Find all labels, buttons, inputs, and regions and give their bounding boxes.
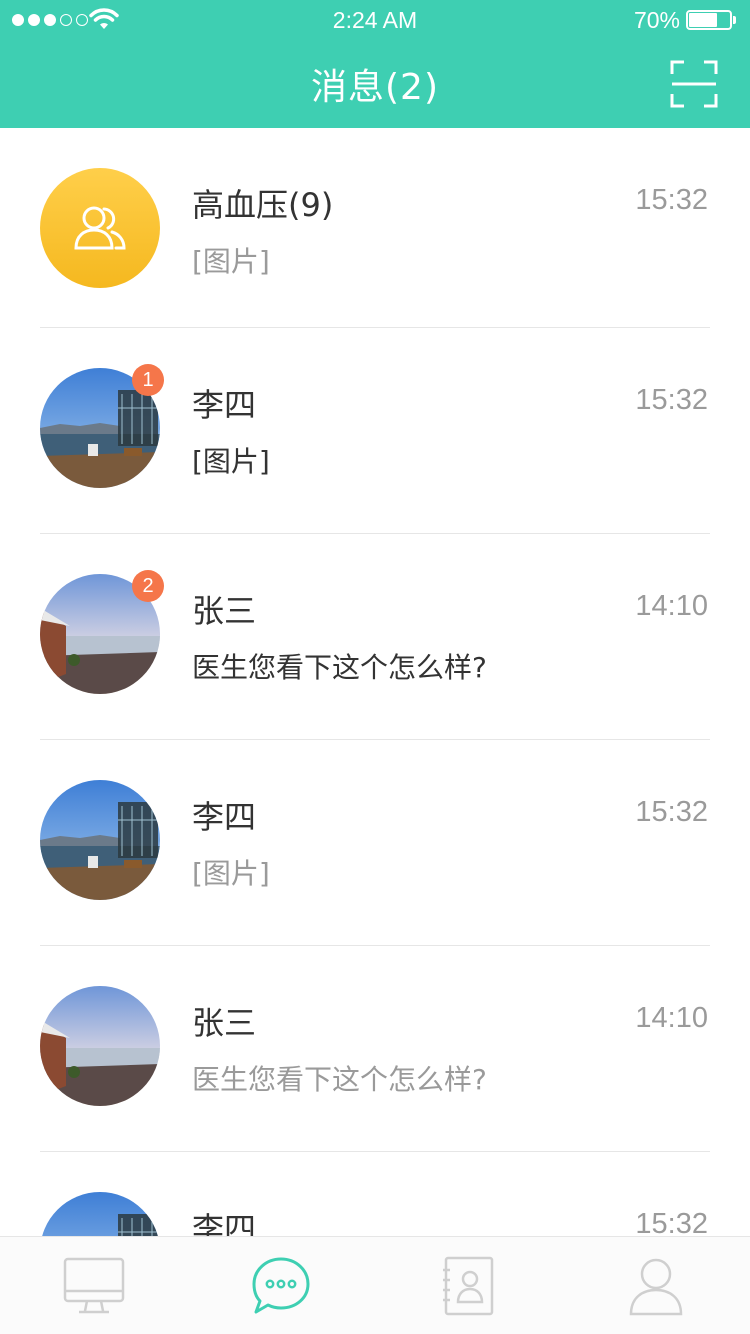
battery-icon <box>686 10 736 30</box>
contact-name: 张三 <box>192 1004 257 1042</box>
contact-name: 李四 <box>192 386 257 424</box>
message-list: 高血压(9) 15:32 [图片] 1 李四 15:32 [图片] 2 张三 1… <box>0 128 750 1236</box>
message-time: 15:32 <box>635 184 708 216</box>
contacts-book-icon <box>442 1256 493 1315</box>
contact-name: 高血压(9) <box>192 186 334 224</box>
avatar <box>40 780 160 900</box>
chat-bubble-icon <box>252 1257 310 1313</box>
photo-pavilion <box>40 780 160 900</box>
avatar <box>40 168 160 288</box>
tab-messages[interactable] <box>188 1237 376 1334</box>
message-preview: 医生您看下这个怎么样? <box>192 1063 487 1096</box>
list-item[interactable]: 李四 15:32 <box>0 1152 750 1236</box>
list-item[interactable]: 李四 15:32 [图片] <box>0 740 750 946</box>
scan-button[interactable] <box>670 60 718 108</box>
contact-name: 李四 <box>192 1210 257 1236</box>
status-bar: 2:24 AM 70% <box>0 0 750 40</box>
list-item[interactable]: 2 张三 14:10 医生您看下这个怎么样? <box>0 534 750 740</box>
page-title: 消息(2) <box>311 67 439 108</box>
monitor-icon <box>63 1257 124 1313</box>
list-item[interactable]: 1 李四 15:32 [图片] <box>0 328 750 534</box>
group-icon <box>74 206 126 250</box>
message-preview: 医生您看下这个怎么样? <box>192 651 487 684</box>
avatar <box>40 986 160 1106</box>
message-time: 15:32 <box>635 796 708 828</box>
avatar: 2 <box>40 570 164 694</box>
message-time: 14:10 <box>635 1002 708 1034</box>
list-item[interactable]: 高血压(9) 15:32 [图片] <box>0 128 750 328</box>
contact-name: 李四 <box>192 798 257 836</box>
contact-name: 张三 <box>192 592 257 630</box>
message-time: 14:10 <box>635 590 708 622</box>
tab-home[interactable] <box>0 1237 188 1334</box>
avatar <box>40 1192 160 1236</box>
message-preview: [图片] <box>192 857 270 890</box>
battery-percent: 70% <box>633 7 680 33</box>
profile-icon <box>629 1258 683 1315</box>
list-item[interactable]: 张三 14:10 医生您看下这个怎么样? <box>0 946 750 1152</box>
message-time: 15:32 <box>635 384 708 416</box>
avatar: 1 <box>40 364 164 488</box>
tab-bar <box>0 1236 750 1334</box>
message-preview: [图片] <box>192 245 270 278</box>
tab-profile[interactable] <box>563 1237 750 1334</box>
photo-sunset-deck <box>40 986 160 1106</box>
unread-badge: 1 <box>132 364 164 396</box>
photo-pavilion <box>40 1192 160 1236</box>
message-time: 15:32 <box>635 1208 708 1236</box>
header: 2:24 AM 70% 消息(2) <box>0 0 750 128</box>
tab-contacts[interactable] <box>375 1237 563 1334</box>
scan-icon <box>670 60 718 108</box>
message-preview: [图片] <box>192 445 270 478</box>
unread-badge: 2 <box>132 570 164 602</box>
app: 2:24 AM 70% 消息(2) 高血压(9) 15:32 [图片] 1 李四… <box>0 0 750 1334</box>
